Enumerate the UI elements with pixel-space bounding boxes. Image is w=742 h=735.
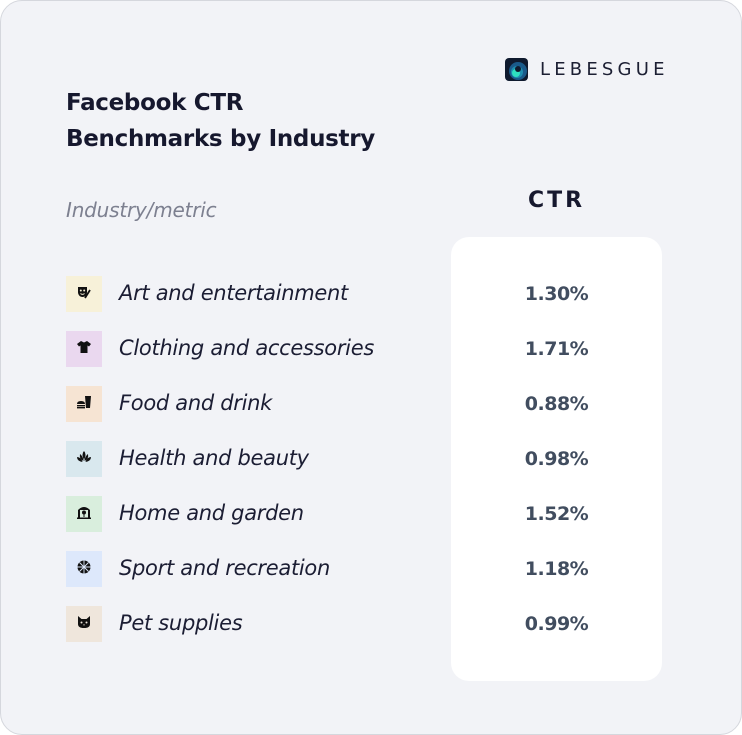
table-row: Sport and recreation 1.18% — [66, 551, 666, 587]
title-line-1: Facebook CTR — [66, 90, 244, 116]
table-row: Pet supplies 0.99% — [66, 606, 666, 642]
icon-tile — [66, 606, 102, 642]
table-row: Art and entertainment 1.30% — [66, 276, 666, 312]
ctr-value: 1.30% — [524, 283, 589, 305]
ctr-value: 1.18% — [524, 558, 589, 580]
title-line-2: Benchmarks by Industry — [66, 126, 375, 152]
industry-column-label: Industry/metric — [66, 198, 217, 222]
industry-label: Clothing and accessories — [119, 336, 374, 360]
brand-logo: LEBESGUE — [505, 58, 669, 81]
tshirt-icon — [76, 339, 92, 360]
brand-name: LEBESGUE — [540, 59, 669, 80]
lotus-icon — [76, 449, 92, 470]
table-row: Health and beauty 0.98% — [66, 441, 666, 477]
benchmark-card: LEBESGUE Facebook CTR Benchmarks by Indu… — [0, 0, 742, 735]
icon-tile — [66, 386, 102, 422]
icon-tile — [66, 331, 102, 367]
ctr-value: 1.71% — [524, 338, 589, 360]
industry-label: Home and garden — [119, 501, 304, 525]
page-title: Facebook CTR Benchmarks by Industry — [66, 85, 375, 157]
table-row: Home and garden 1.52% — [66, 496, 666, 532]
ctr-value: 0.98% — [524, 448, 589, 470]
wave-logo-icon — [505, 58, 528, 81]
icon-tile — [66, 276, 102, 312]
table-row: Clothing and accessories 1.71% — [66, 331, 666, 367]
table-row: Food and drink 0.88% — [66, 386, 666, 422]
ctr-value: 1.52% — [524, 503, 589, 525]
greenhouse-icon — [76, 504, 92, 525]
industry-label: Health and beauty — [119, 446, 309, 470]
icon-tile — [66, 551, 102, 587]
industry-label: Art and entertainment — [119, 281, 348, 305]
theater-mask-icon — [76, 284, 92, 305]
industry-label: Pet supplies — [119, 611, 243, 635]
ctr-value: 0.88% — [524, 393, 589, 415]
basketball-icon — [76, 559, 92, 580]
icon-tile — [66, 496, 102, 532]
industry-label: Food and drink — [119, 391, 273, 415]
icon-tile — [66, 441, 102, 477]
cat-icon — [76, 614, 92, 635]
ctr-value: 0.99% — [524, 613, 589, 635]
ctr-column-header: CTR — [527, 188, 586, 213]
industry-label: Sport and recreation — [119, 556, 330, 580]
burger-drink-icon — [76, 394, 92, 415]
